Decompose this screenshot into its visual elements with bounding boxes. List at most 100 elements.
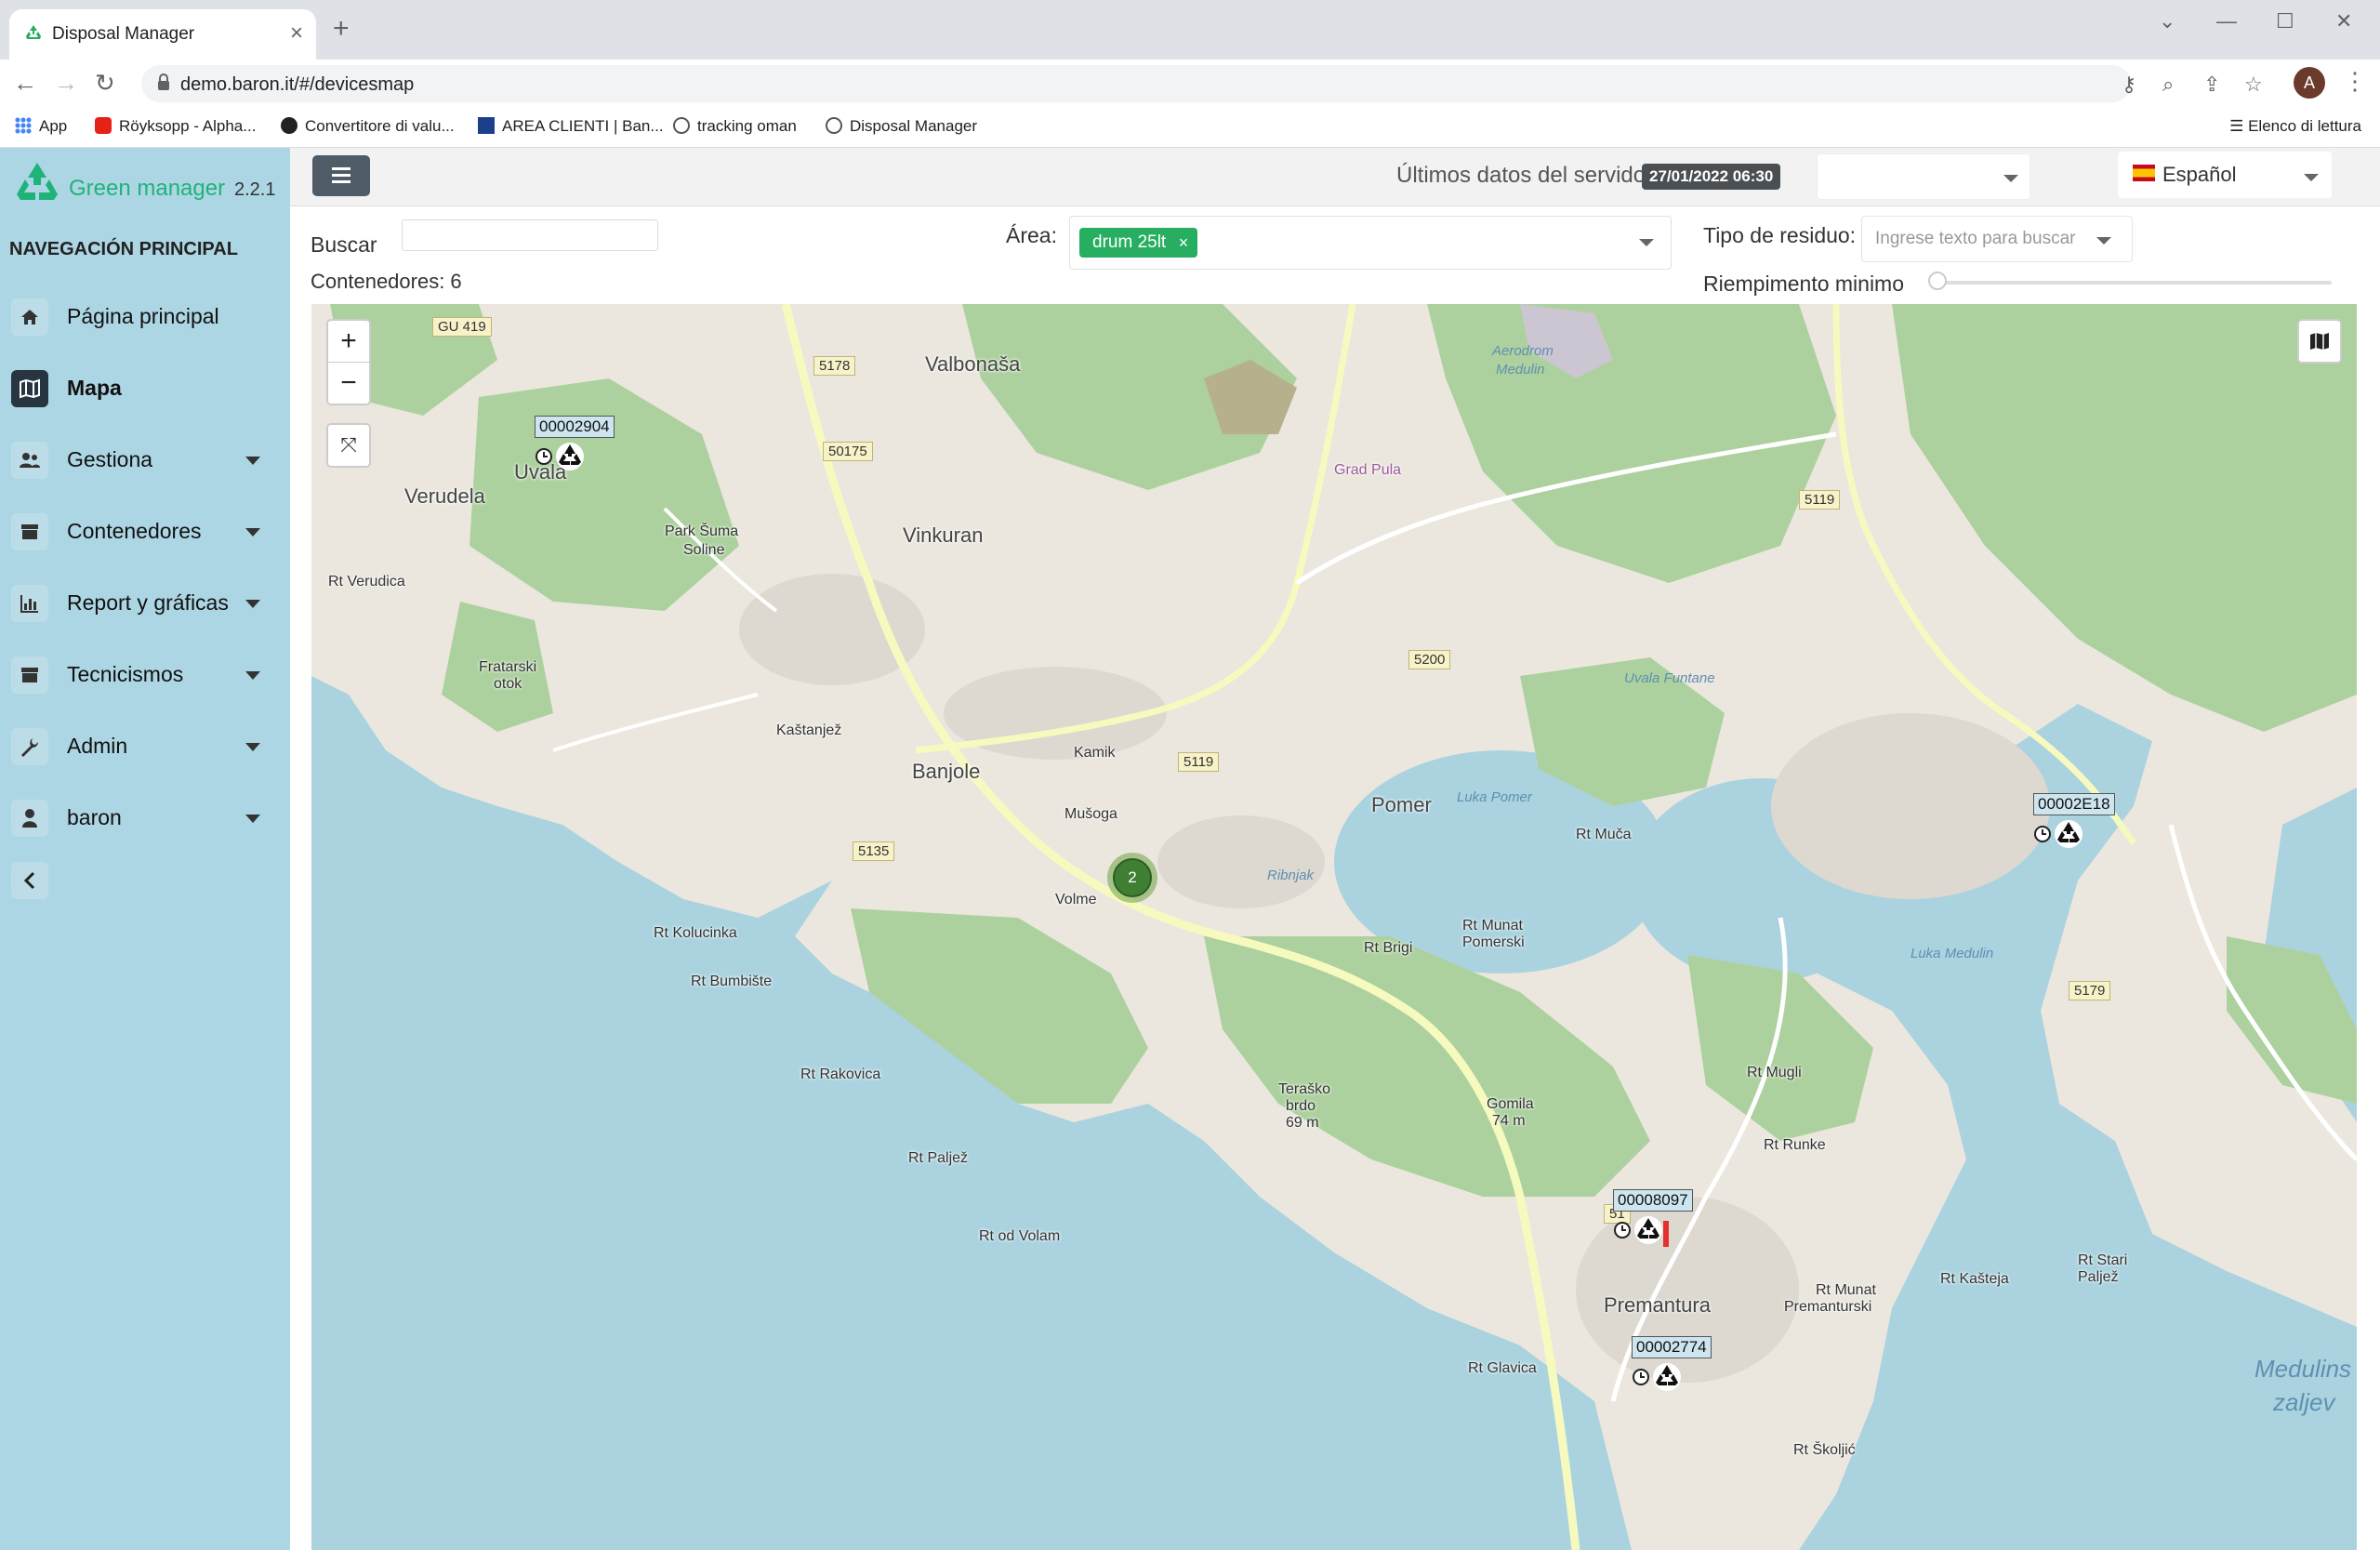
bookmark-star-icon[interactable]: ☆ (2244, 73, 2263, 97)
nav-label: baron (67, 805, 122, 829)
place-label: Rt Paljež (908, 1150, 969, 1166)
caret-down-icon (245, 600, 260, 608)
place-label: Soline (683, 542, 725, 558)
place-label: Banjole (912, 760, 981, 783)
address-bar[interactable]: demo.baron.it/#/devicesmap ⚷ ⌕ ⇪ ☆ (141, 65, 2263, 102)
place-label: Mušoga (1064, 806, 1117, 822)
place-label: Luka Medulin (1911, 946, 1994, 961)
clock-icon (1633, 1369, 1649, 1385)
maximize-icon[interactable]: ☐ (2276, 9, 2294, 33)
caret-down-icon (245, 457, 260, 465)
browser-menu-icon[interactable]: ⋮ (2343, 67, 2367, 96)
hamburger-line (332, 174, 350, 177)
brand[interactable]: Green manager 2.2.1 (9, 157, 288, 213)
marker-id-label: 00002774 (1632, 1336, 1712, 1358)
devices-map[interactable]: Verudela Rt Verudica Uvala Vinkuran Park… (311, 304, 2357, 1550)
minimize-icon[interactable]: — (2216, 9, 2237, 33)
chip-remove-icon[interactable]: × (1179, 228, 1189, 258)
header-dropdown[interactable] (1817, 153, 2030, 200)
nav-item-home[interactable]: Página principal (0, 287, 290, 343)
fullscreen-button[interactable]: ⤧ (326, 423, 371, 468)
profile-avatar[interactable]: A (2294, 67, 2325, 99)
bookmarks-bar: App Röyksopp - Alpha... Convertitore di … (0, 110, 2380, 148)
area-label: Área: (1006, 223, 1057, 247)
nav-item-map[interactable]: Mapa (0, 359, 290, 415)
place-label: Verudela (404, 484, 485, 508)
place-label: Luka Pomer (1457, 789, 1532, 805)
apps-grid-icon (15, 117, 32, 134)
area-select[interactable]: drum 25lt × (1069, 216, 1672, 270)
filters-panel: Buscar Contenedores: 6 Área: drum 25lt × … (290, 206, 2380, 303)
browser-toolbar: ← → ↻ demo.baron.it/#/devicesmap ⚷ ⌕ ⇪ ☆… (0, 60, 2380, 110)
container-marker[interactable]: 00002E18 (2033, 793, 2115, 868)
nav-item-user[interactable]: baron (0, 788, 290, 844)
reading-list-button[interactable]: ☰ Elenco di lettura (2229, 117, 2361, 136)
forward-icon[interactable]: → (54, 69, 78, 98)
user-icon (11, 800, 48, 837)
marker-id-label: 00002904 (535, 416, 615, 438)
nav-item-admin[interactable]: Admin (0, 717, 290, 773)
clock-icon (2034, 826, 2051, 842)
bookmark-royksopp[interactable]: Röyksopp - Alpha... (95, 117, 256, 136)
tab-search-icon[interactable]: ⌄ (2159, 9, 2175, 33)
road-number: 50175 (823, 442, 873, 461)
layers-button[interactable] (2297, 319, 2342, 364)
bookmark-apps[interactable]: App (15, 117, 67, 136)
nav-label: Report y gráficas (67, 590, 229, 615)
nav-item-gestiona[interactable]: Gestiona (0, 431, 290, 486)
globe-icon (826, 117, 842, 134)
zoom-in-button[interactable]: + (328, 321, 369, 363)
nav-item-contenedores[interactable]: Contenedores (0, 502, 290, 558)
nav-item-report[interactable]: Report y gráficas (0, 574, 290, 629)
collapse-sidebar-button[interactable] (11, 862, 48, 899)
nav-heading: NAVEGACIÓN PRINCIPAL (9, 239, 238, 259)
language-label: Español (2162, 163, 2237, 186)
bookmark-area-clienti[interactable]: AREA CLIENTI | Ban... (478, 117, 664, 136)
share-icon[interactable]: ⇪ (2203, 73, 2220, 97)
place-label: Park Šuma (665, 523, 739, 539)
tab-close-icon[interactable]: × (290, 20, 303, 46)
caret-down-icon (245, 671, 260, 680)
language-select[interactable]: Español (2118, 152, 2332, 198)
chevron-left-icon (23, 871, 35, 890)
bookmark-convertitore[interactable]: Convertitore di valu... (281, 117, 455, 136)
place-label: 69 m (1286, 1115, 1319, 1131)
reload-icon[interactable]: ↻ (95, 69, 115, 98)
caret-down-icon (245, 743, 260, 751)
menu-toggle-button[interactable] (312, 155, 370, 196)
bookmark-tracking-oman[interactable]: tracking oman (673, 117, 797, 136)
caret-down-icon (245, 528, 260, 537)
place-label: Grad Pula (1334, 462, 1402, 478)
browser-tab[interactable]: Disposal Manager × (9, 9, 316, 60)
bookmark-disposal-manager[interactable]: Disposal Manager (826, 117, 977, 136)
archive-icon (11, 513, 48, 550)
back-icon[interactable]: ← (13, 69, 37, 98)
marker-cluster[interactable]: 2 (1107, 853, 1157, 903)
place-label: Rt Brigi (1364, 940, 1413, 956)
search-input[interactable] (402, 219, 658, 251)
caret-down-icon (2096, 237, 2111, 245)
min-fill-slider-track[interactable] (1934, 281, 2332, 285)
road-number: 5178 (813, 356, 856, 376)
container-marker[interactable]: 00008097 (1613, 1189, 1693, 1264)
place-label: Rt od Volam (979, 1228, 1061, 1244)
container-marker[interactable]: 00002904 (535, 416, 615, 490)
road-number: 5119 (1799, 490, 1841, 510)
new-tab-icon[interactable]: + (333, 15, 350, 43)
place-label: Rt Rakovica (800, 1066, 881, 1082)
cluster-count: 2 (1113, 858, 1152, 897)
place-label: Rt Mugli (1747, 1065, 1802, 1080)
container-marker[interactable]: 00002774 (1632, 1336, 1712, 1411)
waste-type-select[interactable]: Ingrese texto para buscar (1861, 216, 2133, 262)
window-close-icon[interactable]: ✕ (2335, 9, 2352, 33)
youtube-icon (95, 117, 112, 134)
zoom-icon[interactable]: ⌕ (2162, 73, 2174, 97)
password-key-icon[interactable]: ⚷ (2122, 73, 2136, 97)
place-label: Rt Stari (2078, 1252, 2128, 1268)
container-count: Contenedores: 6 (311, 270, 462, 293)
min-fill-slider-thumb[interactable] (1928, 272, 1947, 290)
place-label: Pomer (1371, 793, 1432, 816)
zoom-out-button[interactable]: − (328, 363, 369, 404)
place-label: Rt Kolucinka (654, 925, 737, 941)
nav-item-tecnicismos[interactable]: Tecnicismos (0, 645, 290, 701)
